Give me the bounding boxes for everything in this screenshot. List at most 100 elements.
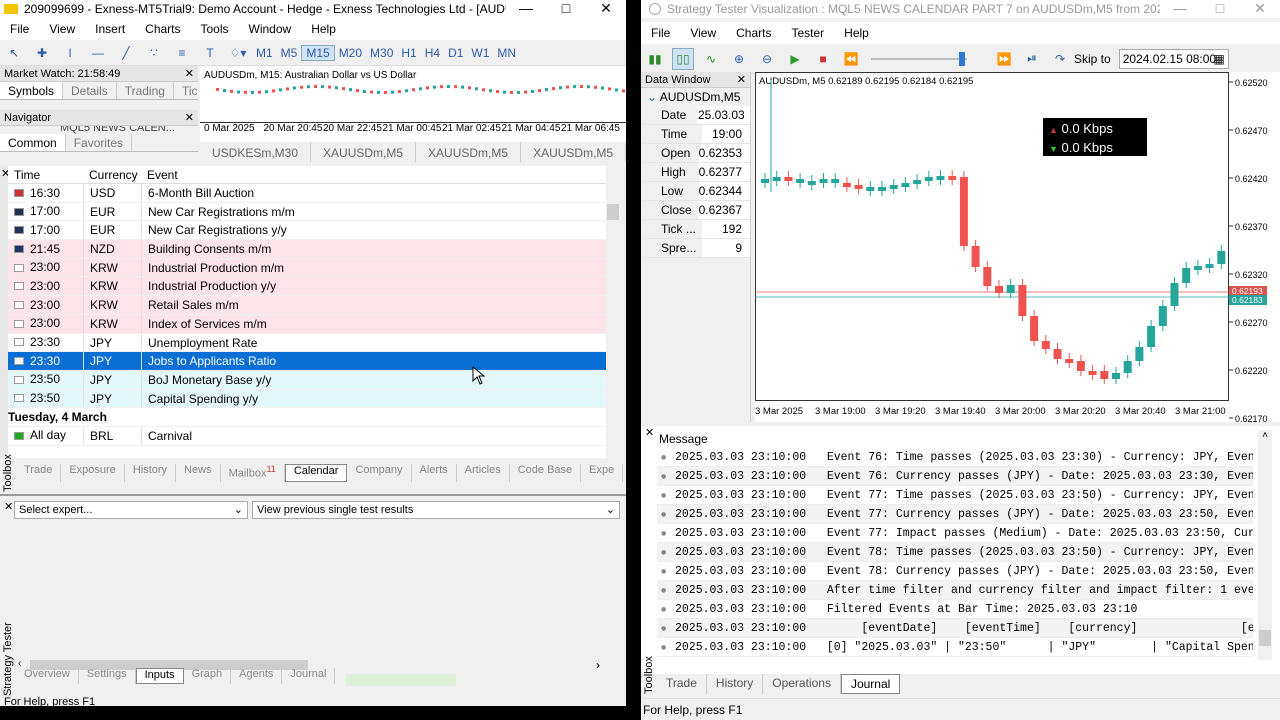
scroll-thumb[interactable] bbox=[607, 204, 619, 220]
calendar-row[interactable]: 23:00 KRW Retail Sales m/m bbox=[8, 296, 606, 315]
calendar-row[interactable]: 16:30 USD 6-Month Bill Auction bbox=[8, 184, 606, 203]
pause-icon[interactable]: ⏯ bbox=[1021, 48, 1043, 70]
menu-tools[interactable]: Tools bbox=[191, 22, 239, 36]
close-icon[interactable]: ✕ bbox=[185, 66, 194, 82]
column-currency[interactable]: Currency bbox=[83, 166, 141, 183]
expert-select[interactable]: Select expert... ⌄ bbox=[14, 501, 248, 519]
close-icon[interactable]: ✕ bbox=[1240, 0, 1280, 18]
tester-tab-agents[interactable]: Agents bbox=[231, 668, 283, 684]
stop-icon[interactable]: ■ bbox=[812, 48, 834, 70]
zoom-out-icon[interactable]: ⊖ bbox=[756, 48, 778, 70]
menu-file[interactable]: File bbox=[641, 26, 680, 40]
navigator-tab-common[interactable]: Common bbox=[0, 134, 66, 151]
menu-view[interactable]: View bbox=[39, 22, 85, 36]
toolbox-tab-news[interactable]: News bbox=[176, 464, 221, 482]
crosshair-icon[interactable]: ✚ bbox=[31, 42, 53, 64]
tester-tab-overview[interactable]: Overview bbox=[16, 668, 79, 684]
menu-charts[interactable]: Charts bbox=[726, 26, 781, 40]
close-icon[interactable]: ✕ bbox=[645, 426, 654, 439]
column-time[interactable]: Time bbox=[8, 166, 83, 183]
calendar-row[interactable]: 23:00 KRW Index of Services m/m bbox=[8, 314, 606, 334]
timeframe-h4[interactable]: H4 bbox=[421, 46, 444, 60]
cursor-icon[interactable]: ↖ bbox=[3, 42, 25, 64]
results-select[interactable]: View previous single test results ⌄ bbox=[252, 501, 620, 519]
menu-file[interactable]: File bbox=[0, 22, 39, 36]
rewind-icon[interactable]: ⏪ bbox=[840, 48, 862, 70]
chart-tab[interactable]: XAUUSDm,M5 bbox=[521, 142, 626, 162]
chart-tab[interactable]: USDKESm,M30 bbox=[200, 142, 312, 162]
timeframe-m1[interactable]: M1 bbox=[252, 46, 277, 60]
fibo-icon[interactable]: ≡ bbox=[171, 42, 193, 64]
toolbox-tab-history[interactable]: History bbox=[125, 464, 177, 482]
calendar-row[interactable]: All day BRL Carnival bbox=[8, 426, 606, 446]
journal-tab-trade[interactable]: Trade bbox=[657, 674, 707, 694]
calendar-scrollbar[interactable] bbox=[606, 172, 620, 458]
chart-area[interactable]: AUDUSDm, M15: Australian Dollar vs US Do… bbox=[200, 66, 626, 162]
minimize-icon[interactable]: — bbox=[1160, 0, 1200, 18]
fast-forward-icon[interactable]: ⏩ bbox=[993, 48, 1015, 70]
skip-to-input[interactable]: 2024.02.15 08:00 ▦ bbox=[1118, 48, 1229, 69]
column-event[interactable]: Event bbox=[141, 166, 606, 183]
toolbox-tab-alerts[interactable]: Alerts bbox=[412, 464, 457, 482]
channel-icon[interactable]: ∵ bbox=[143, 42, 165, 64]
tester-tab-inputs[interactable]: Inputs bbox=[135, 668, 184, 684]
vertical-line-icon[interactable]: ǀ bbox=[59, 42, 81, 64]
shapes-icon[interactable]: ♢▾ bbox=[227, 42, 249, 64]
minimize-icon[interactable]: — bbox=[506, 0, 546, 18]
menu-help[interactable]: Help bbox=[301, 22, 346, 36]
close-icon[interactable]: ✕ bbox=[586, 0, 626, 18]
menu-window[interactable]: Window bbox=[239, 22, 302, 36]
market-watch-tab-details[interactable]: Details bbox=[63, 82, 117, 99]
toolbox-tab-code-base[interactable]: Code Base bbox=[510, 464, 582, 482]
timeframe-m15[interactable]: M15 bbox=[301, 44, 335, 61]
market-watch-tab-symbols[interactable]: Symbols bbox=[0, 82, 64, 99]
calendar-row[interactable]: 23:30 JPY Unemployment Rate bbox=[8, 333, 606, 353]
market-watch-tab-trading[interactable]: Trading bbox=[117, 82, 174, 99]
journal-tab-history[interactable]: History bbox=[707, 674, 764, 694]
candles-icon[interactable]: ▯▯ bbox=[672, 47, 694, 70]
tester-tab-graph[interactable]: Graph bbox=[184, 668, 232, 684]
navigator-item[interactable]: MQL5 NEWS CALEN... bbox=[0, 126, 198, 134]
tester-tab-journal[interactable]: Journal bbox=[282, 668, 336, 684]
play-icon[interactable]: ▶ bbox=[784, 48, 806, 70]
menu-insert[interactable]: Insert bbox=[85, 22, 135, 36]
trend-line-icon[interactable]: ╱ bbox=[115, 42, 137, 64]
maximize-icon[interactable]: □ bbox=[1200, 0, 1240, 18]
toolbox-tab-exposure[interactable]: Exposure bbox=[61, 464, 125, 482]
slider-thumb[interactable] bbox=[959, 51, 965, 66]
calendar-row[interactable]: 23:00 KRW Industrial Production y/y bbox=[8, 277, 606, 297]
journal-scrollbar[interactable]: ˄ bbox=[1258, 430, 1272, 660]
journal-tab-journal[interactable]: Journal bbox=[840, 674, 901, 694]
zoom-in-icon[interactable]: ⊕ bbox=[728, 48, 750, 70]
calendar-row[interactable]: 17:00 EUR New Car Registrations y/y bbox=[8, 221, 606, 241]
calendar-row[interactable]: 23:00 KRW Industrial Production m/m bbox=[8, 258, 606, 278]
skip-to-icon[interactable]: ↷ bbox=[1049, 48, 1071, 70]
timeframe-w1[interactable]: W1 bbox=[467, 46, 493, 60]
chart-tab[interactable]: XAUUSDm,M5 bbox=[311, 142, 417, 162]
close-icon[interactable]: ✕ bbox=[4, 500, 13, 513]
scroll-thumb[interactable] bbox=[1259, 630, 1271, 646]
timeframe-m30[interactable]: M30 bbox=[366, 46, 397, 60]
calendar-row[interactable]: Tuesday, 4 March bbox=[8, 408, 606, 427]
menu-charts[interactable]: Charts bbox=[135, 22, 190, 36]
menu-help[interactable]: Help bbox=[834, 26, 879, 40]
timeframe-m20[interactable]: M20 bbox=[335, 46, 366, 60]
horizontal-line-icon[interactable]: — bbox=[87, 42, 109, 64]
timeframe-h1[interactable]: H1 bbox=[397, 46, 420, 60]
toolbox-tab-mailbox[interactable]: Mailbox11 bbox=[221, 464, 285, 482]
maximize-icon[interactable]: □ bbox=[546, 0, 586, 18]
tester-chart[interactable]: AUDUSDm, M5 0.62189 0.62195 0.62184 0.62… bbox=[755, 72, 1280, 422]
timeframe-d1[interactable]: D1 bbox=[444, 46, 467, 60]
journal-tab-operations[interactable]: Operations bbox=[763, 674, 841, 694]
tester-tab-settings[interactable]: Settings bbox=[79, 668, 136, 684]
text-icon[interactable]: T bbox=[199, 42, 221, 64]
toolbox-tab-company[interactable]: Company bbox=[347, 464, 412, 482]
line-chart-icon[interactable]: ∿ bbox=[700, 48, 722, 70]
toolbox-tab-expe[interactable]: Expe bbox=[581, 464, 624, 482]
calendar-row[interactable]: 21:45 NZD Building Consents m/m bbox=[8, 240, 606, 259]
menu-view[interactable]: View bbox=[680, 26, 726, 40]
calendar-row[interactable]: 23:30 JPY Jobs to Applicants Ratio bbox=[8, 352, 606, 371]
menu-tester[interactable]: Tester bbox=[781, 26, 834, 40]
calendar-row[interactable]: 17:00 EUR New Car Registrations m/m bbox=[8, 202, 606, 222]
chevron-right-icon[interactable]: › bbox=[596, 658, 600, 672]
